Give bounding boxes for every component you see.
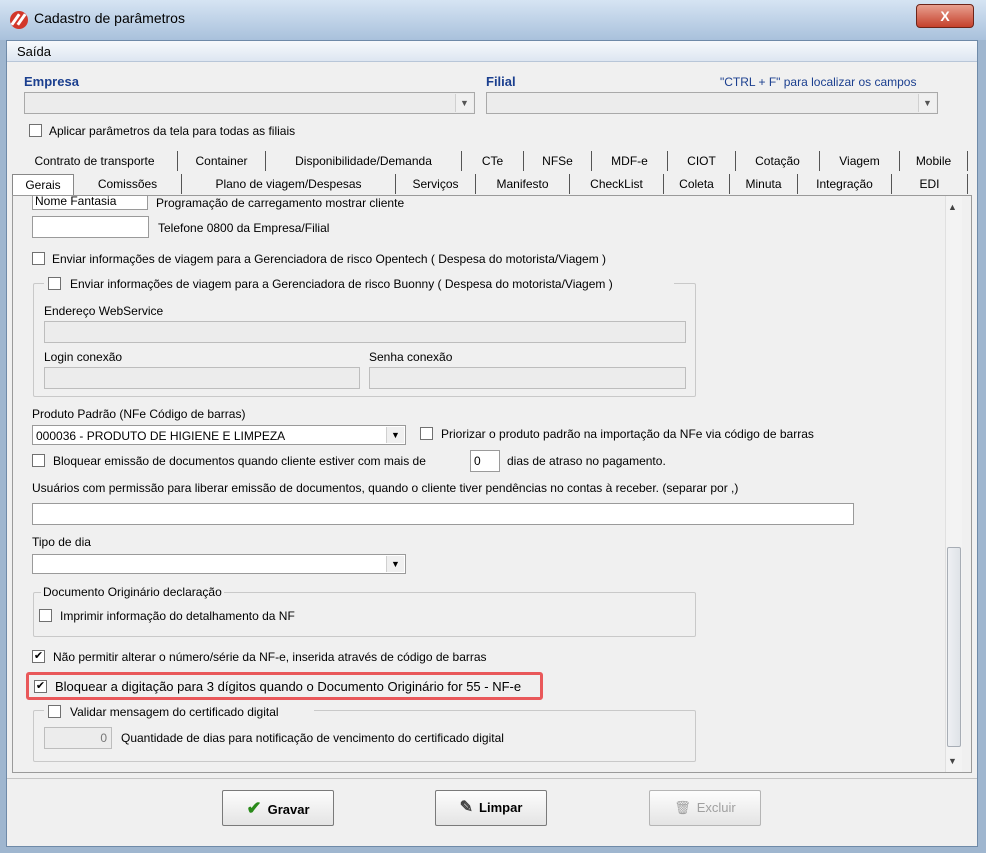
nome-fantasia-value: Nome Fantasia <box>35 196 117 208</box>
tipo-dia-select[interactable]: ▼ <box>32 554 406 574</box>
tab-minuta[interactable]: Minuta <box>730 174 798 194</box>
login-input[interactable] <box>44 367 360 389</box>
tab-container[interactable]: Container <box>178 151 266 171</box>
tab-disponibilidade[interactable]: Disponibilidade/Demanda <box>266 151 462 171</box>
validar-checkbox[interactable] <box>48 705 61 718</box>
chevron-down-icon[interactable]: ▼ <box>918 94 936 112</box>
tab-ciot[interactable]: CIOT <box>668 151 736 171</box>
scroll-down-icon[interactable]: ▼ <box>948 756 957 766</box>
buonny-label: Enviar informações de viagem para a Gere… <box>70 277 613 291</box>
bloquear-digitacao-checkbox[interactable]: ✔ <box>34 680 47 693</box>
usuarios-label: Usuários com permissão para liberar emis… <box>32 481 739 495</box>
tab-edi[interactable]: EDI <box>892 174 968 194</box>
filial-select[interactable]: ▼ <box>486 92 938 114</box>
validar-header: Validar mensagem do certificado digital <box>44 704 314 720</box>
tab-cotacao[interactable]: Cotação <box>736 151 820 171</box>
buonny-header: Enviar informações de viagem para a Gere… <box>44 276 674 292</box>
tab-viagem[interactable]: Viagem <box>820 151 900 171</box>
telefone-label: Telefone 0800 da Empresa/Filial <box>158 221 330 235</box>
apply-all-label: Aplicar parâmetros da tela para todas as… <box>49 124 296 138</box>
filial-label: Filial <box>486 74 516 89</box>
chevron-down-icon[interactable]: ▼ <box>386 556 404 572</box>
scrollbar-thumb[interactable] <box>947 547 961 747</box>
tab-comissoes[interactable]: Comissões <box>74 174 182 194</box>
doc-originario-title: Documento Originário declaração <box>41 585 224 599</box>
telefone-input[interactable] <box>32 216 149 238</box>
nome-fantasia-select[interactable]: Nome Fantasia <box>32 196 148 210</box>
dias-atraso-label: dias de atraso no pagamento. <box>507 454 666 468</box>
nao-permitir-checkbox[interactable]: ✔ <box>32 650 45 663</box>
tab-mobile[interactable]: Mobile <box>900 151 968 171</box>
eraser-icon: ✎ <box>459 799 474 816</box>
endereco-ws-label: Endereço WebService <box>44 304 164 318</box>
search-hint: "CTRL + F" para localizar os campos <box>720 75 917 89</box>
limpar-button[interactable]: ✎ Limpar <box>435 790 547 826</box>
tipo-dia-label: Tipo de dia <box>32 535 91 549</box>
qtd-dias-input[interactable]: 0 <box>44 727 112 749</box>
tab-gerais[interactable]: Gerais <box>12 174 74 196</box>
dias-atraso-input[interactable]: 0 <box>470 450 500 472</box>
priorizar-checkbox[interactable] <box>420 427 433 440</box>
empresa-label: Empresa <box>24 74 79 89</box>
produto-padrao-label: Produto Padrão (NFe Código de barras) <box>32 407 246 421</box>
endereco-ws-input[interactable] <box>44 321 686 343</box>
produto-padrao-select[interactable]: 000036 - PRODUTO DE HIGIENE E LIMPEZA ▼ <box>32 425 406 445</box>
opentech-checkbox[interactable] <box>32 252 45 265</box>
tab-mdfe[interactable]: MDF-e <box>592 151 668 171</box>
tab-nfse[interactable]: NFSe <box>524 151 592 171</box>
tab-checklist[interactable]: CheckList <box>570 174 664 194</box>
tab-cte[interactable]: CTe <box>462 151 524 171</box>
bloquear-emissao-label: Bloquear emissão de documentos quando cl… <box>53 454 426 468</box>
imprimir-label: Imprimir informação do detalhamento da N… <box>60 609 295 623</box>
excluir-button[interactable]: 🗑 Excluir <box>649 790 761 826</box>
menu-item-saida[interactable]: Saída <box>17 44 51 59</box>
tab-integracao[interactable]: Integração <box>798 174 892 194</box>
qtd-dias-label: Quantidade de dias para notificação de v… <box>121 731 504 745</box>
close-button[interactable]: X <box>916 4 974 28</box>
app-logo-icon <box>10 11 28 29</box>
check-icon: ✔ <box>246 798 262 818</box>
gravar-button[interactable]: ✔ Gravar <box>222 790 334 826</box>
senha-input[interactable] <box>369 367 686 389</box>
menu-bar: Saída <box>7 41 977 62</box>
empresa-select[interactable]: ▼ <box>24 92 475 114</box>
opentech-label: Enviar informações de viagem para a Gere… <box>52 252 607 266</box>
tab-coleta[interactable]: Coleta <box>664 174 730 194</box>
tab-manifesto[interactable]: Manifesto <box>476 174 570 194</box>
tab-row-1: Contrato de transporte Container Disponi… <box>12 151 972 171</box>
apply-all-checkbox[interactable] <box>29 124 42 137</box>
senha-label: Senha conexão <box>369 350 453 364</box>
trash-icon: 🗑 <box>674 800 691 815</box>
nao-permitir-label: Não permitir alterar o número/série da N… <box>53 650 487 664</box>
programacao-label: Programação de carregamento mostrar clie… <box>156 196 405 210</box>
bloquear-emissao-checkbox[interactable] <box>32 454 45 467</box>
tab-row-2: Gerais Comissões Plano de viagem/Despesa… <box>12 174 972 196</box>
window-title: Cadastro de parâmetros <box>34 10 185 26</box>
tab-contrato-transporte[interactable]: Contrato de transporte <box>12 151 178 171</box>
scroll-up-icon[interactable]: ▲ <box>948 202 957 212</box>
tab-plano-viagem[interactable]: Plano de viagem/Despesas <box>182 174 396 194</box>
priorizar-label: Priorizar o produto padrão na importação… <box>441 427 814 441</box>
chevron-down-icon[interactable]: ▼ <box>386 427 404 443</box>
usuarios-input[interactable] <box>32 503 854 525</box>
validar-label: Validar mensagem do certificado digital <box>70 705 279 719</box>
produto-padrao-value: 000036 - PRODUTO DE HIGIENE E LIMPEZA <box>36 429 286 443</box>
login-label: Login conexão <box>44 350 123 364</box>
imprimir-checkbox[interactable] <box>39 609 52 622</box>
chevron-down-icon[interactable]: ▼ <box>455 94 473 112</box>
buonny-checkbox[interactable] <box>48 277 61 290</box>
bloquear-digitacao-label: Bloquear a digitação para 3 dígitos quan… <box>55 679 522 694</box>
tab-servicos[interactable]: Serviços <box>396 174 476 194</box>
